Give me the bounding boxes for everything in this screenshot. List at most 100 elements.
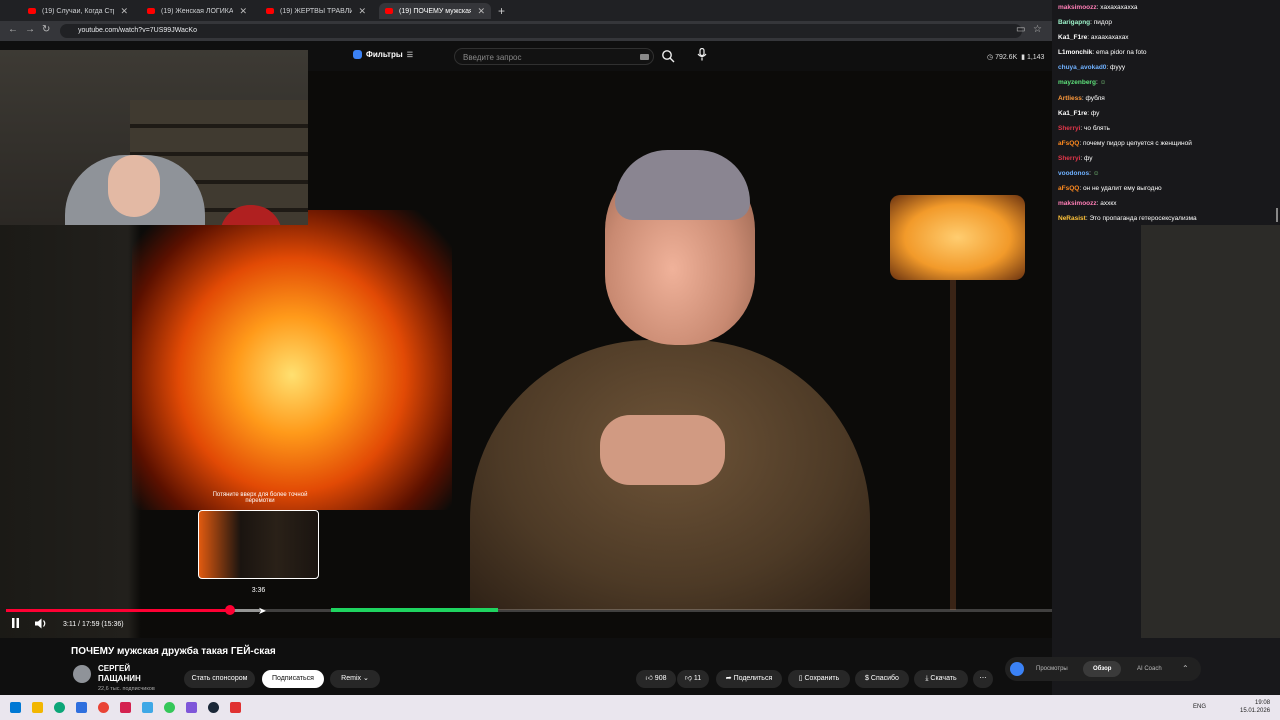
tab-title: (19) ЖЕРТВЫ ТРАВЛИ - Что с... bbox=[280, 7, 353, 15]
system-clock[interactable]: 19:08 15.01.2026 bbox=[1240, 699, 1270, 715]
close-icon[interactable]: ✕ bbox=[358, 6, 366, 17]
chat-username[interactable]: Ka1_F1re bbox=[1058, 110, 1087, 117]
like-count: 908 bbox=[654, 675, 667, 682]
character-hand bbox=[600, 415, 725, 485]
chat-username[interactable]: mayzenberg bbox=[1058, 79, 1096, 86]
stats-count: 1,143 bbox=[1026, 54, 1045, 61]
streamer-face bbox=[108, 155, 160, 217]
tab-title: (19) Женская ЛОГИКА не пер... bbox=[161, 7, 234, 15]
edge-icon[interactable] bbox=[54, 702, 65, 713]
chat-username[interactable]: voodonos bbox=[1058, 170, 1089, 177]
thanks-button[interactable]: $ Спасибо bbox=[855, 670, 909, 688]
volume-icon[interactable] bbox=[35, 618, 48, 632]
close-icon[interactable]: ✕ bbox=[477, 6, 485, 17]
chevron-up-icon[interactable]: ⌃ bbox=[1182, 664, 1189, 673]
share-button[interactable]: ➦ Поделиться bbox=[716, 670, 782, 688]
keyboard-icon[interactable] bbox=[640, 54, 649, 60]
chat-username[interactable]: aFsQQ bbox=[1058, 185, 1079, 192]
subscribe-button[interactable]: Подписаться bbox=[262, 670, 324, 688]
close-icon[interactable]: ✕ bbox=[239, 6, 247, 17]
tab-title: (19) ПОЧЕМУ мужская др... bbox=[399, 7, 472, 15]
app-icon[interactable] bbox=[230, 702, 241, 713]
save-button[interactable]: ▯ Сохранить bbox=[788, 670, 850, 688]
chat-username[interactable]: Artliess bbox=[1058, 95, 1082, 102]
save-label: Сохранить bbox=[804, 675, 840, 682]
chat-username[interactable]: Barigapng bbox=[1058, 19, 1090, 26]
browser-tab-active[interactable]: (19) ПОЧЕМУ мужская др... ✕ bbox=[379, 3, 491, 19]
extension-icon bbox=[353, 50, 362, 59]
subscriber-count: 22,6 тыс. подписчиков bbox=[98, 686, 155, 692]
streamer-webcam bbox=[0, 50, 308, 225]
search-input[interactable]: Введите запрос bbox=[454, 48, 654, 65]
browser-tab[interactable]: (19) Случаи, Когда Стримерам... ✕ bbox=[22, 3, 134, 19]
windows-start-icon[interactable] bbox=[10, 702, 21, 713]
emote-icon: ☺ bbox=[1099, 79, 1107, 87]
fire-visual bbox=[132, 210, 452, 510]
mouse-cursor-icon: ➤ bbox=[258, 606, 267, 617]
chat-message: chuya_avokad0: фууу bbox=[1058, 60, 1280, 75]
tab-title: (19) Случаи, Когда Стримерам... bbox=[42, 7, 114, 15]
search-icon[interactable] bbox=[661, 49, 679, 65]
chat-username[interactable]: maksimoozz bbox=[1058, 4, 1097, 11]
chrome-icon[interactable] bbox=[98, 702, 109, 713]
chat-username[interactable]: Sherryi bbox=[1058, 125, 1080, 132]
chat-username[interactable]: aFsQQ bbox=[1058, 140, 1079, 147]
back-icon[interactable]: ← bbox=[8, 24, 18, 35]
tab-overview[interactable]: Обзор bbox=[1093, 666, 1111, 672]
clock-date: 15.01.2026 bbox=[1240, 708, 1271, 714]
chat-text: чо блять bbox=[1084, 124, 1110, 132]
chat-scrollbar[interactable] bbox=[1276, 208, 1278, 222]
browser-tab[interactable]: (19) ЖЕРТВЫ ТРАВЛИ - Что с... ✕ bbox=[260, 3, 372, 19]
chat-message: Sherryi: фу bbox=[1058, 151, 1280, 166]
app-icon[interactable] bbox=[142, 702, 153, 713]
install-icon[interactable]: ▭ bbox=[1016, 24, 1025, 35]
like-button[interactable]: 👍︎ 908 bbox=[636, 670, 676, 688]
chat-text: почему пидор целуется с женщиной bbox=[1082, 139, 1192, 147]
steam-icon[interactable] bbox=[208, 702, 219, 713]
channel-avatar[interactable] bbox=[73, 665, 91, 683]
stats-views: 792.6K bbox=[995, 54, 1018, 61]
tab-ai-coach[interactable]: AI Coach bbox=[1137, 666, 1162, 672]
browser-tab[interactable]: (19) Женская ЛОГИКА не пер... ✕ bbox=[141, 3, 253, 19]
language-indicator[interactable]: ENG bbox=[1193, 704, 1206, 710]
chat-text: фу bbox=[1084, 154, 1093, 162]
chat-username[interactable]: Ka1_F1re bbox=[1058, 34, 1087, 41]
app-icon[interactable] bbox=[164, 702, 175, 713]
app-icon[interactable] bbox=[186, 702, 197, 713]
download-button[interactable]: ⤓ Скачать bbox=[914, 670, 968, 688]
sponsor-button[interactable]: Стать спонсором bbox=[184, 670, 255, 688]
chat-username[interactable]: maksimoozz bbox=[1058, 200, 1097, 207]
microphone-icon[interactable] bbox=[697, 47, 707, 64]
url-field[interactable]: youtube.com/watch?v=7US99JWacKo bbox=[60, 24, 1022, 38]
bookmark-star-icon[interactable]: ☆ bbox=[1033, 24, 1042, 35]
app-icon[interactable] bbox=[120, 702, 131, 713]
chat-text: хахахахахха bbox=[1100, 4, 1138, 11]
chat-username[interactable]: Sherryi bbox=[1058, 155, 1080, 162]
bookmark-icon: ▯ bbox=[798, 675, 803, 682]
channel-name[interactable]: СЕРГЕЙ ПАЩАНИН bbox=[98, 664, 141, 684]
progress-played bbox=[6, 609, 231, 612]
chat-username[interactable]: NeRasist bbox=[1058, 215, 1086, 222]
tab-views[interactable]: Просмотры bbox=[1036, 666, 1068, 672]
download-icon: ⤓ bbox=[925, 675, 929, 682]
forward-icon[interactable]: → bbox=[25, 24, 35, 35]
youtube-icon bbox=[147, 8, 155, 14]
pause-button[interactable] bbox=[11, 618, 20, 631]
chat-text: Это пропаганда гетеросексуализма bbox=[1089, 215, 1197, 223]
browser-tab-strip: (19) Случаи, Когда Стримерам... ✕ (19) Ж… bbox=[0, 0, 1052, 21]
new-tab-button[interactable]: + bbox=[498, 4, 505, 18]
reload-icon[interactable]: ↻ bbox=[42, 24, 50, 35]
dislike-button[interactable]: 👎︎ 11 bbox=[677, 670, 709, 688]
filters-button[interactable]: Фильтры ☰ bbox=[353, 50, 413, 59]
clock-time: 19:08 bbox=[1255, 700, 1271, 706]
chat-text: фууу bbox=[1110, 64, 1126, 72]
remix-button[interactable]: Remix ⌄ bbox=[330, 670, 380, 688]
lamp-stand-visual bbox=[950, 280, 956, 610]
chat-username[interactable]: chuya_avokad0 bbox=[1058, 64, 1106, 71]
file-explorer-icon[interactable] bbox=[32, 702, 43, 713]
more-actions-button[interactable]: ⋯ bbox=[973, 670, 993, 688]
chat-username[interactable]: L1monchik bbox=[1058, 49, 1092, 56]
remix-label: Remix bbox=[341, 675, 362, 682]
store-icon[interactable] bbox=[76, 702, 87, 713]
close-icon[interactable]: ✕ bbox=[120, 6, 128, 17]
